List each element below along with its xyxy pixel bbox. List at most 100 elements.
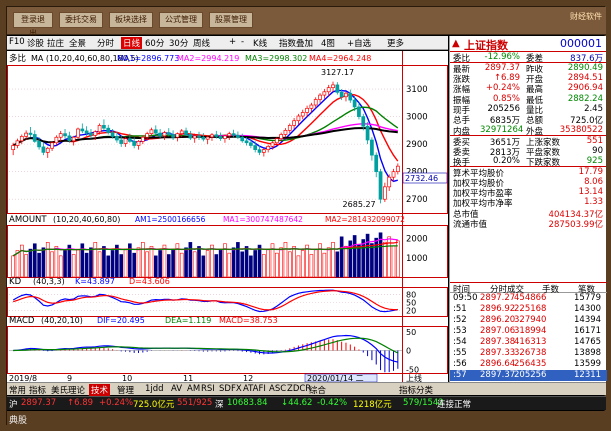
- footer-label: 典股: [9, 416, 28, 426]
- tick-row[interactable]: :57 2897.37 205256 12311: [450, 370, 607, 381]
- indicator-tab[interactable]: 1jdd: [145, 384, 164, 394]
- volume-bar: [275, 252, 279, 278]
- stat-label: 流通市值: [453, 220, 488, 231]
- macd-value-label: MACD=38.753: [219, 316, 278, 325]
- chart-menu-item[interactable]: +: [229, 37, 236, 47]
- candle-body: [71, 136, 76, 142]
- volume-bar: [253, 250, 258, 278]
- chart-menu-item[interactable]: 诊股: [27, 37, 44, 49]
- sector-select-button[interactable]: 板块选择: [109, 12, 153, 28]
- indicator-tab[interactable]: 指标: [29, 384, 46, 396]
- candle-body: [179, 130, 184, 135]
- chart-menu-item[interactable]: 更多: [387, 37, 404, 49]
- chart-menu-item[interactable]: K线: [253, 37, 267, 49]
- candle-body: [97, 125, 102, 133]
- trade-button[interactable]: 委托交易: [59, 12, 103, 28]
- time-axis-label: 2019/8: [9, 374, 37, 382]
- candle-body: [145, 133, 150, 138]
- top-toolbar: 登录退出 委托交易 板块选择 公式管理 股票管理 财经软件: [7, 7, 606, 38]
- kd-tick-label: 80: [406, 290, 416, 299]
- quote-v2: 2.45: [584, 103, 603, 114]
- time-axis-label: 12: [243, 374, 253, 382]
- volume-tick-label: 2000: [406, 235, 428, 245]
- volume-bar: [102, 246, 106, 278]
- chart-menu-item[interactable]: F10: [9, 37, 25, 47]
- tick-row[interactable]: :52 2896.20 327940 14394: [450, 315, 607, 326]
- tick-q: 256435: [514, 359, 547, 369]
- volume-bar: [63, 250, 67, 278]
- volume-bar: [54, 246, 59, 278]
- chart-menu-item[interactable]: 指数叠加: [279, 37, 313, 49]
- tick-q: 327940: [514, 315, 547, 325]
- candle-body: [127, 138, 132, 142]
- chart-menu-item[interactable]: +自选: [347, 37, 371, 49]
- volume-bar: [383, 241, 387, 278]
- indicator-tab[interactable]: 综合: [309, 384, 326, 396]
- indicator-tab[interactable]: ZDCR: [287, 384, 311, 394]
- candle-body: [15, 140, 20, 146]
- indicator-tab[interactable]: ATAFI: [243, 384, 266, 394]
- tick-header: 时间 分时成交 手数 笔数: [450, 282, 607, 295]
- volume-bar: [179, 252, 184, 278]
- quote-row: 委比 -12.96% 委差 837.6万: [450, 52, 606, 64]
- chart-svg[interactable]: 270028002900300031003127.172685.272732.4…: [7, 51, 448, 383]
- indicator-tab[interactable]: 技术: [89, 384, 111, 396]
- indicator-tab[interactable]: SDFX: [219, 384, 242, 394]
- tick-n: 14765: [574, 337, 602, 347]
- tick-row[interactable]: :54 2897.38 416313 14765: [450, 337, 607, 348]
- chart-menu-item[interactable]: 日线: [121, 37, 143, 49]
- chart-menu-item[interactable]: 60分: [145, 37, 164, 49]
- stock-manage-button[interactable]: 股票管理: [209, 12, 253, 28]
- indicator-tab[interactable]: ASC: [269, 384, 286, 394]
- candle-body: [309, 104, 314, 109]
- tick-t: :52: [453, 315, 467, 325]
- chart-menu-item[interactable]: 30分: [169, 37, 188, 49]
- kd-tick-label: 20: [406, 307, 416, 316]
- login-button[interactable]: 登录退出: [13, 12, 53, 38]
- tick-p: 2896.92: [480, 304, 516, 314]
- tick-row[interactable]: :56 2896.64 256435 13599: [450, 359, 607, 370]
- volume-bar: [374, 237, 379, 278]
- volume-bar: [214, 254, 219, 278]
- kd-value-label: D=43.606: [129, 277, 170, 286]
- candle-body: [387, 176, 392, 188]
- indicator-tab[interactable]: 管理: [117, 384, 134, 396]
- tick-row[interactable]: :55 2897.33 326738 13898: [450, 348, 607, 359]
- chart-menu-item[interactable]: 分时: [97, 37, 114, 49]
- quote-row: 涨跌 ↑6.89 开盘 2894.51: [450, 73, 606, 85]
- indicator-tab[interactable]: AV: [171, 384, 182, 394]
- volume-bar: [110, 250, 115, 278]
- indicator-tab[interactable]: 常用: [9, 384, 26, 396]
- candle-body: [171, 134, 175, 138]
- chart-menu-item[interactable]: 周线: [193, 37, 210, 49]
- up-arrow-icon: ▲: [452, 38, 460, 49]
- tick-row[interactable]: :51 2896.92 225168 14300: [450, 304, 607, 315]
- chart-menu-item[interactable]: -: [241, 37, 244, 47]
- volume-bar: [84, 252, 89, 278]
- candle-body: [223, 135, 227, 139]
- candle-body: [58, 133, 63, 138]
- indicator-tab[interactable]: AM: [187, 384, 200, 394]
- candle-body: [132, 141, 137, 146]
- volume-bar: [322, 252, 327, 278]
- indicator-tab[interactable]: RSI: [201, 384, 215, 394]
- time-axis-label: 11: [183, 374, 193, 382]
- status-item: 2897.37: [21, 398, 57, 408]
- candle-body: [348, 92, 353, 101]
- tick-t: :56: [453, 359, 467, 369]
- candle-body: [318, 94, 322, 100]
- tick-row[interactable]: 09:50 2897.27 454866 15779: [450, 293, 607, 304]
- indicator-tab[interactable]: 美氏理论: [51, 384, 85, 396]
- chart-menu-item[interactable]: 拉庄: [47, 37, 64, 49]
- tick-n: 14394: [574, 315, 602, 325]
- quote-v: -12.96%: [484, 52, 520, 62]
- indicator-category-button[interactable]: 指标分类: [399, 384, 433, 396]
- chart-menu-item[interactable]: 全景: [69, 37, 86, 49]
- chart-menu-item[interactable]: 4图: [321, 37, 335, 49]
- formula-manage-button[interactable]: 公式管理: [159, 12, 203, 28]
- stat-value: 1.33: [584, 197, 603, 208]
- volume-bar: [352, 235, 357, 278]
- tick-row[interactable]: :53 2897.06 318994 16171: [450, 326, 607, 337]
- macd-pane-label: MACD: [9, 316, 35, 326]
- volume-bar: [287, 251, 292, 278]
